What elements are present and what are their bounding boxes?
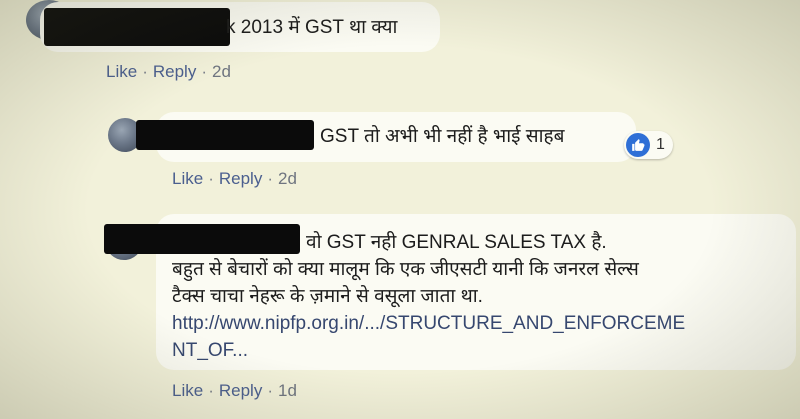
reply-button[interactable]: Reply — [219, 169, 262, 188]
comment-text-line: k 2013 में GST था क्या — [226, 17, 398, 38]
comment-text: वो GST नही GENRAL SALES TAX है. बहुत से … — [172, 229, 685, 364]
comment-timestamp[interactable]: 2d — [212, 62, 231, 81]
comment-text-line: वो GST नही GENRAL SALES TAX है. — [306, 232, 607, 253]
comment-text: GST तो अभी भी नहीं है भाई साहब — [320, 123, 564, 150]
reply-button[interactable]: Reply — [219, 381, 262, 400]
comment-text-line: टैक्स चाचा नेहरू के ज़माने से वसूला जाता… — [172, 286, 483, 307]
redacted-author-name — [44, 8, 230, 46]
external-link[interactable]: http://www.nipfp.org.in/.../STRUCTURE_AN… — [172, 310, 685, 337]
comment-actions: Like · Reply · 1d — [172, 381, 297, 401]
like-button[interactable]: Like — [172, 381, 203, 400]
comment-actions: Like · Reply · 2d — [106, 62, 231, 82]
reaction-count: 1 — [656, 136, 665, 153]
separator: · — [142, 62, 148, 81]
external-link-continued[interactable]: NT_OF... — [172, 337, 685, 364]
comment-text: k 2013 में GST था क्या — [226, 14, 397, 41]
separator: · — [267, 381, 273, 400]
like-button[interactable]: Like — [172, 169, 203, 188]
reply-button[interactable]: Reply — [153, 62, 196, 81]
separator: · — [208, 381, 214, 400]
like-button[interactable]: Like — [106, 62, 137, 81]
comment-timestamp[interactable]: 1d — [278, 381, 297, 400]
comment-actions: Like · Reply · 2d — [172, 169, 297, 189]
separator: · — [201, 62, 207, 81]
comment-text-line: बहुत से बेचारों को क्या मालूम कि एक जीएस… — [172, 259, 639, 280]
comment-text-line: GST तो अभी भी नहीं है भाई साहब — [320, 126, 565, 147]
thumbs-up-icon — [626, 133, 650, 157]
separator: · — [267, 169, 273, 188]
reaction-summary[interactable]: 1 — [624, 131, 673, 159]
comment-timestamp[interactable]: 2d — [278, 169, 297, 188]
separator: · — [208, 169, 214, 188]
redacted-author-name — [136, 120, 314, 150]
